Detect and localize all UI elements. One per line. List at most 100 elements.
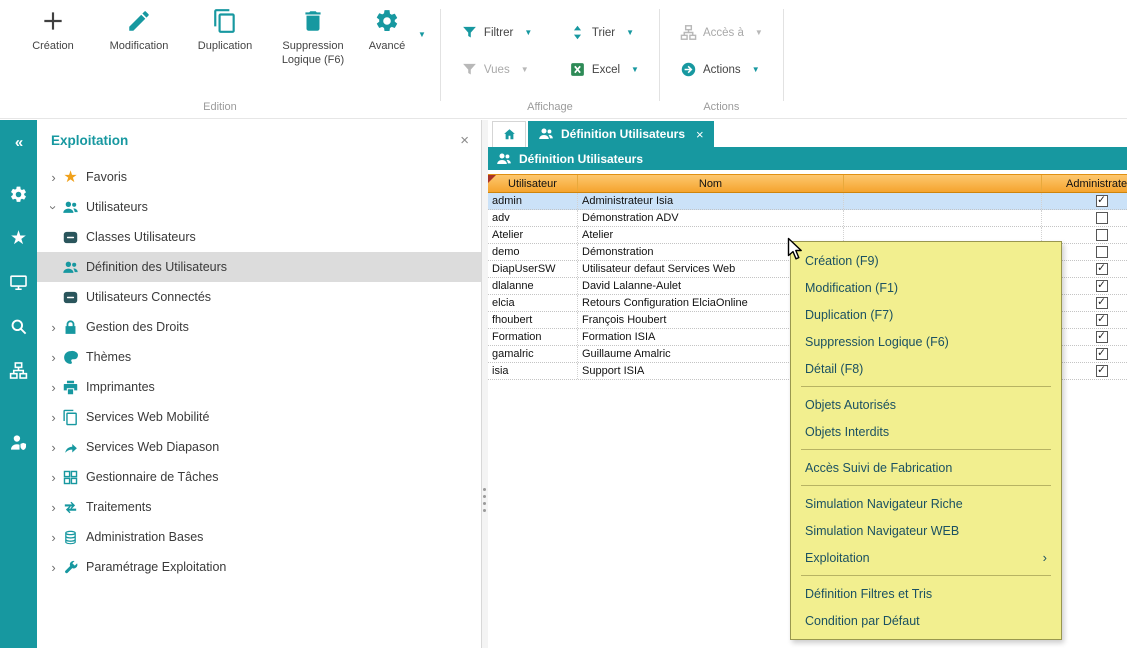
actions-button[interactable]: Actions ▼ — [680, 61, 763, 78]
button-label: Trier — [592, 27, 615, 39]
vues-button[interactable]: Vues ▼ — [461, 61, 569, 78]
column-header-nom[interactable]: Nom — [578, 175, 844, 192]
creation-button[interactable]: Création — [10, 8, 96, 54]
rail-item-favorites[interactable]: ★ — [0, 216, 37, 260]
trier-button[interactable]: Trier ▼ — [569, 24, 639, 41]
expand-chevron-icon[interactable]: › — [45, 530, 62, 545]
ribbon-separator — [783, 9, 784, 101]
menu-item-objets-interdits[interactable]: Objets Interdits — [791, 418, 1061, 445]
modification-button[interactable]: Modification — [96, 8, 182, 54]
sidebar-item-utilisateurs-connectes[interactable]: Utilisateurs Connectés — [37, 282, 481, 312]
menu-item-duplication[interactable]: Duplication (F7) — [791, 301, 1061, 328]
close-icon[interactable]: × — [460, 132, 469, 149]
acces-a-button[interactable]: Accès à ▼ — [680, 24, 763, 41]
admin-checkbox[interactable] — [1096, 348, 1108, 360]
button-label: Duplication — [198, 40, 252, 54]
column-header-utilisateur[interactable]: Utilisateur — [488, 175, 578, 192]
cell-administrateur — [1042, 210, 1127, 226]
submenu-arrow-icon: › — [1043, 550, 1047, 565]
admin-checkbox[interactable] — [1096, 246, 1108, 258]
collapse-chevron-icon[interactable]: › — [46, 199, 61, 216]
menu-item-acces-suivi-de-fabrication[interactable]: Accès Suivi de Fabrication — [791, 454, 1061, 481]
expand-chevron-icon[interactable]: › — [45, 470, 62, 485]
menu-item-detail[interactable]: Détail (F8) — [791, 355, 1061, 382]
duplication-button[interactable]: Duplication — [182, 8, 268, 54]
tab-label: Définition Utilisateurs — [561, 127, 685, 141]
filter-icon — [461, 24, 478, 41]
sidebar-item-utilisateurs[interactable]: › Utilisateurs — [37, 192, 481, 222]
dropdown-caret-icon[interactable]: ▼ — [631, 65, 639, 74]
column-header-administrateur[interactable]: Administrateur — [1042, 175, 1127, 192]
admin-checkbox[interactable] — [1096, 314, 1108, 326]
gear-icon — [374, 8, 400, 34]
tab-home[interactable] — [492, 121, 526, 147]
sidebar-item-imprimantes[interactable]: › Imprimantes — [37, 372, 481, 402]
sidebar-item-classes-utilisateurs[interactable]: Classes Utilisateurs — [37, 222, 481, 252]
dropdown-caret-icon[interactable]: ▼ — [626, 28, 634, 37]
admin-checkbox[interactable] — [1096, 263, 1108, 275]
sidebar-item-definition-des-utilisateurs[interactable]: Définition des Utilisateurs — [37, 252, 481, 282]
expand-chevron-icon[interactable]: › — [45, 440, 62, 455]
sidebar-item-gestionnaire-de-taches[interactable]: › Gestionnaire de Tâches — [37, 462, 481, 492]
suppression-logique-button[interactable]: Suppression Logique (F6) — [268, 8, 358, 68]
expand-chevron-icon[interactable]: › — [45, 410, 62, 425]
menu-item-simulation-navigateur-web[interactable]: Simulation Navigateur WEB — [791, 517, 1061, 544]
menu-item-label: Simulation Navigateur WEB — [805, 524, 959, 538]
gear-icon — [9, 185, 28, 204]
expand-chevron-icon[interactable]: › — [45, 350, 62, 365]
menu-item-condition-par-defaut[interactable]: Condition par Défaut — [791, 607, 1061, 634]
rail-item-workstation[interactable] — [0, 260, 37, 304]
excel-button[interactable]: Excel ▼ — [569, 61, 639, 78]
dropdown-caret-icon[interactable]: ▼ — [752, 65, 760, 74]
expand-chevron-icon[interactable]: › — [45, 170, 62, 185]
admin-checkbox[interactable] — [1096, 212, 1108, 224]
sidebar-item-parametrage-exploitation[interactable]: › Paramétrage Exploitation — [37, 552, 481, 582]
table-row[interactable]: admin Administrateur Isia — [488, 193, 1127, 210]
rail-item-hierarchy[interactable] — [0, 348, 37, 392]
filter-icon — [461, 61, 478, 78]
collapse-panel-button[interactable]: « — [0, 126, 37, 158]
expand-chevron-icon[interactable]: › — [45, 500, 62, 515]
admin-checkbox[interactable] — [1096, 280, 1108, 292]
expand-chevron-icon[interactable]: › — [45, 320, 62, 335]
admin-checkbox[interactable] — [1096, 229, 1108, 241]
admin-checkbox[interactable] — [1096, 331, 1108, 343]
button-label: Excel — [592, 64, 620, 76]
menu-item-creation[interactable]: Création (F9) — [791, 247, 1061, 274]
admin-checkbox[interactable] — [1096, 195, 1108, 207]
dropdown-caret-icon[interactable]: ▼ — [524, 28, 532, 37]
close-icon[interactable]: × — [696, 127, 704, 142]
trash-icon — [300, 8, 326, 34]
sidebar-item-themes[interactable]: › Thèmes — [37, 342, 481, 372]
pencil-icon — [126, 8, 152, 34]
menu-item-label: Suppression Logique (F6) — [805, 335, 949, 349]
rail-item-search[interactable] — [0, 304, 37, 348]
filtrer-button[interactable]: Filtrer ▼ — [461, 24, 569, 41]
menu-item-exploitation[interactable]: Exploitation › — [791, 544, 1061, 571]
sidebar-item-services-web-diapason[interactable]: › Services Web Diapason — [37, 432, 481, 462]
go-arrow-icon — [680, 61, 697, 78]
column-header-blank[interactable] — [844, 175, 1042, 192]
sidebar-item-administration-bases[interactable]: › Administration Bases — [37, 522, 481, 552]
menu-item-simulation-navigateur-riche[interactable]: Simulation Navigateur Riche — [791, 490, 1061, 517]
expand-chevron-icon[interactable]: › — [45, 380, 62, 395]
duplicate-icon — [212, 8, 238, 34]
admin-checkbox[interactable] — [1096, 297, 1108, 309]
rail-item-users-admin[interactable] — [0, 420, 37, 464]
menu-item-objets-autorises[interactable]: Objets Autorisés — [791, 391, 1061, 418]
dropdown-caret-icon[interactable]: ▼ — [418, 30, 426, 39]
sidebar-item-favoris[interactable]: › ★ Favoris — [37, 162, 481, 192]
sidebar-item-traitements[interactable]: › Traitements — [37, 492, 481, 522]
cell-administrateur — [1042, 193, 1127, 209]
expand-chevron-icon[interactable]: › — [45, 560, 62, 575]
avance-button[interactable]: Avancé — [358, 8, 416, 54]
rail-item-settings[interactable] — [0, 172, 37, 216]
menu-item-suppression-logique[interactable]: Suppression Logique (F6) — [791, 328, 1061, 355]
admin-checkbox[interactable] — [1096, 365, 1108, 377]
sidebar-item-gestion-des-droits[interactable]: › Gestion des Droits — [37, 312, 481, 342]
table-row[interactable]: adv Démonstration ADV — [488, 210, 1127, 227]
sidebar-item-services-web-mobilite[interactable]: › Services Web Mobilité — [37, 402, 481, 432]
menu-item-modification[interactable]: Modification (F1) — [791, 274, 1061, 301]
menu-item-definition-filtres-et-tris[interactable]: Définition Filtres et Tris — [791, 580, 1061, 607]
tab-definition-utilisateurs[interactable]: Définition Utilisateurs × — [528, 121, 714, 147]
